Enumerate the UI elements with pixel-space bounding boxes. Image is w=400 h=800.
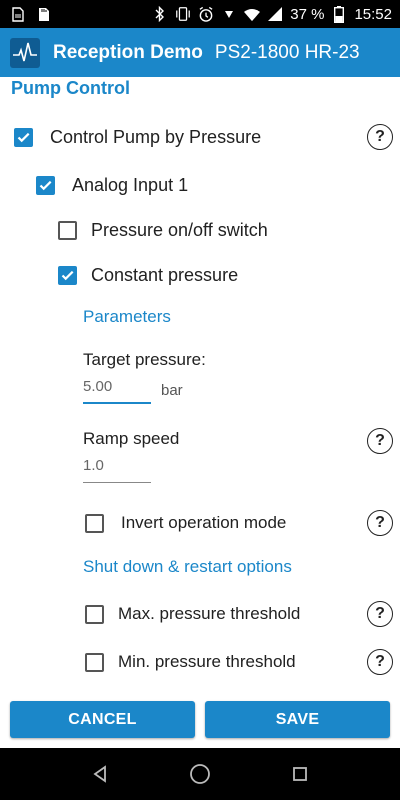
control-pump-option[interactable]: Control Pump by Pressure [14,124,261,150]
navigation-bar [0,748,400,800]
device-name: PS2-1800 HR-23 [214,41,360,63]
invert-mode-option[interactable]: Invert operation mode [85,510,286,536]
target-pressure-label: Target pressure: [83,350,206,369]
analog-input-label: Analog Input 1 [72,174,189,195]
pressure-switch-label: Pressure on/off switch [91,219,268,240]
target-pressure-value: 5.00 [83,378,113,395]
max-threshold-label: Max. pressure threshold [118,604,301,623]
pressure-unit: bar [161,382,183,399]
check-icon [61,270,74,280]
pressure-switch-option[interactable]: Pressure on/off switch [58,217,268,243]
status-bar: 37 % 15:52 [0,0,400,28]
bluetooth-icon [152,6,168,22]
check-icon [17,132,30,142]
data-arrow-icon [221,6,237,22]
invert-mode-label: Invert operation mode [121,513,287,532]
control-pump-label: Control Pump by Pressure [50,126,262,147]
wifi-icon [244,6,261,22]
battery-icon [331,5,347,23]
shutdown-heading: Shut down & restart options [83,557,292,576]
app-title: Reception Demo [53,41,203,63]
pressure-switch-checkbox[interactable] [58,220,77,240]
min-threshold-option[interactable]: Min. pressure threshold [85,649,296,675]
check-icon [39,180,52,190]
back-icon[interactable] [88,762,112,786]
invert-mode-help-icon[interactable]: ? [367,510,393,536]
constant-pressure-option[interactable]: Constant pressure [58,262,238,288]
recents-icon[interactable] [288,762,312,786]
heartbeat-logo-icon [10,37,40,68]
ramp-speed-label: Ramp speed [83,429,180,448]
analog-input-option[interactable]: Analog Input 1 [36,172,188,198]
sd-card-icon [36,6,52,22]
app-bar: Reception Demo PS2-1800 HR-23 [0,28,400,77]
analog-input-checkbox[interactable] [36,175,55,195]
max-threshold-checkbox[interactable] [85,604,104,624]
ramp-speed-input[interactable]: 1.0 [83,457,151,483]
cancel-button[interactable]: CANCEL [10,701,195,738]
min-threshold-label: Min. pressure threshold [118,652,296,671]
battery-percent: 37 % [290,5,325,23]
vibrate-icon [175,6,191,22]
alarm-icon [198,6,214,22]
section-title: Pump Control [11,78,130,98]
home-icon[interactable] [188,762,212,786]
constant-pressure-checkbox[interactable] [58,265,77,285]
min-threshold-help-icon[interactable]: ? [367,649,393,675]
sim-card-icon [10,6,26,22]
max-threshold-option[interactable]: Max. pressure threshold [85,601,300,627]
control-pump-checkbox[interactable] [14,127,33,147]
save-button[interactable]: SAVE [205,701,390,738]
clock-time: 15:52 [354,5,392,23]
cell-signal-icon [267,6,283,22]
parameters-heading: Parameters [83,307,171,326]
constant-pressure-label: Constant pressure [91,264,239,285]
ramp-speed-help-icon[interactable]: ? [367,428,393,454]
ramp-speed-value: 1.0 [83,457,104,474]
min-threshold-checkbox[interactable] [85,652,104,672]
max-threshold-help-icon[interactable]: ? [367,601,393,627]
target-pressure-input[interactable]: 5.00 [83,378,151,404]
control-pump-help-icon[interactable]: ? [367,124,393,150]
invert-mode-checkbox[interactable] [85,513,104,533]
